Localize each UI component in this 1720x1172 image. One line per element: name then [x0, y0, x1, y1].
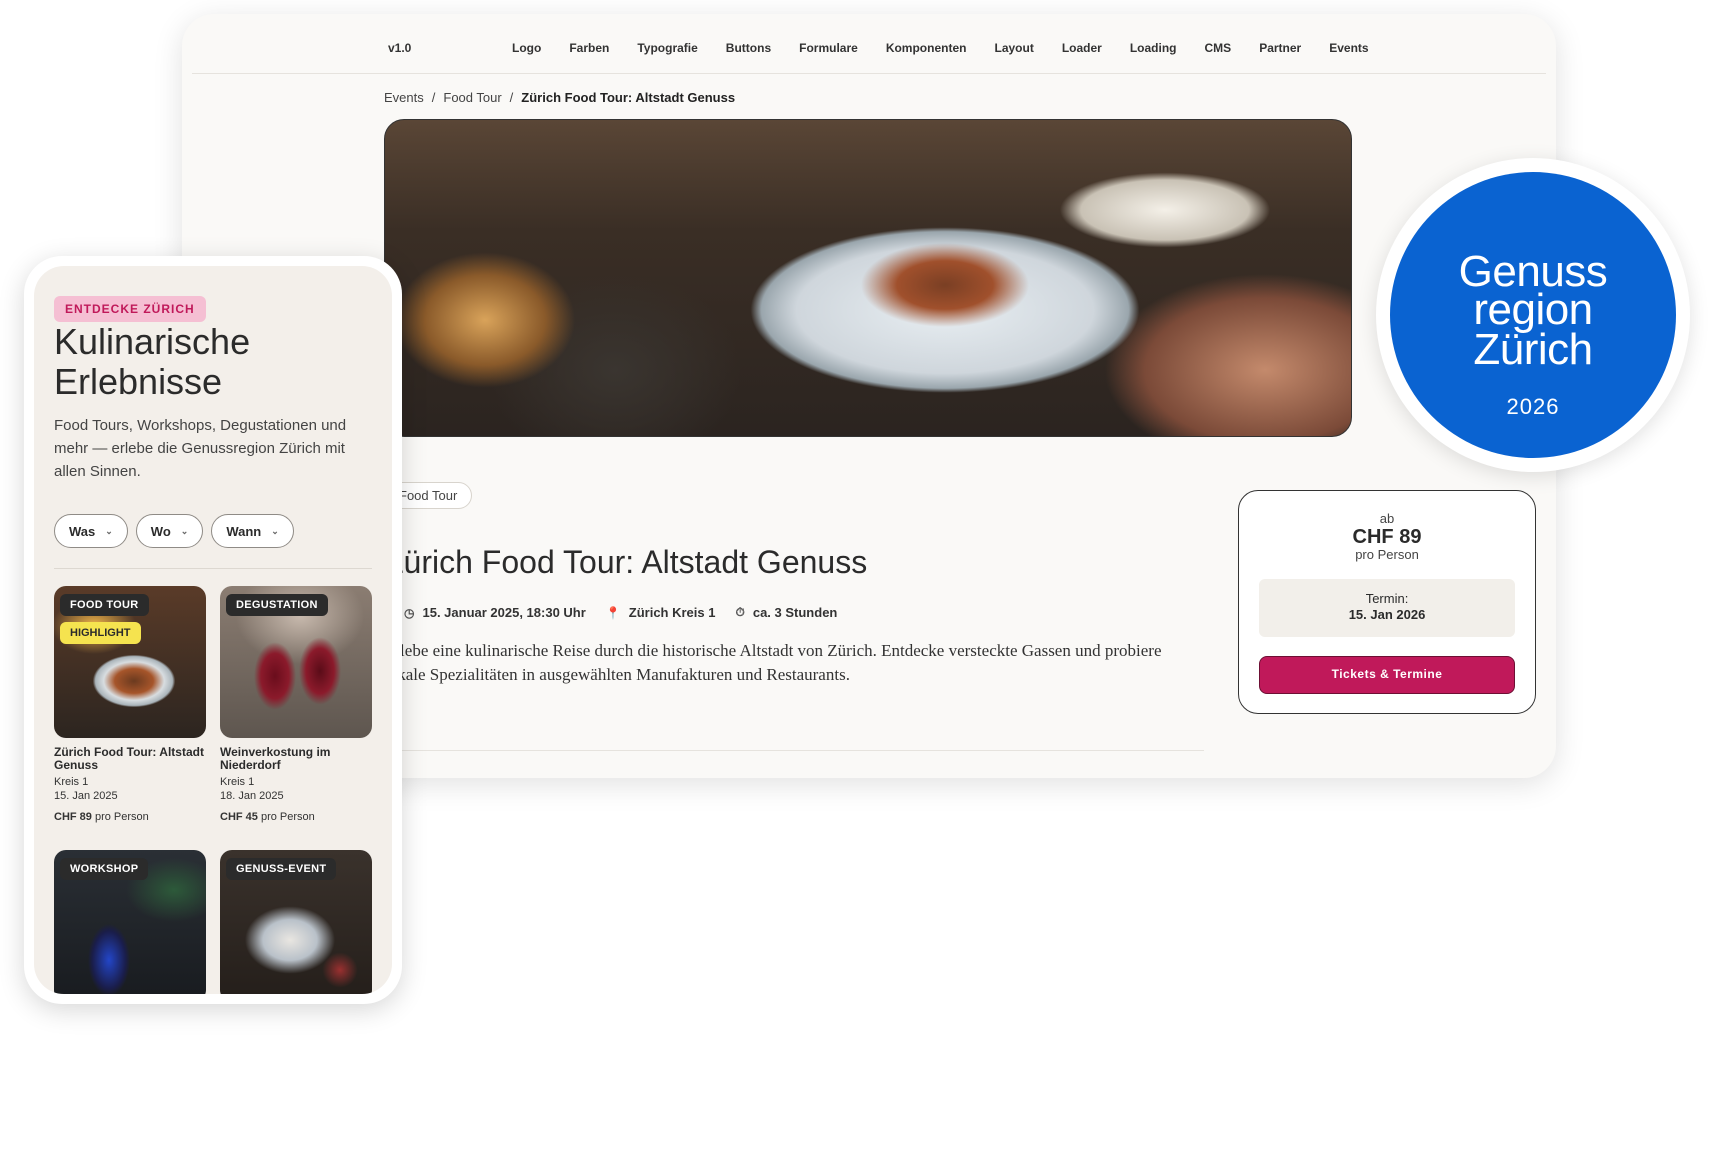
event-card-category: GENUSS-EVENT: [226, 858, 337, 880]
nav-partner[interactable]: Partner: [1259, 41, 1301, 55]
event-card-category: FOOD TOUR: [60, 594, 149, 616]
meta-duration: ⏱ ca. 3 Stunden: [735, 605, 837, 620]
breadcrumb-current: Zürich Food Tour: Altstadt Genuss: [521, 90, 736, 105]
event-card-image: FOOD TOUR HIGHLIGHT: [54, 586, 206, 738]
nav-typografie[interactable]: Typografie: [637, 41, 697, 55]
meta-duration-text: ca. 3 Stunden: [752, 605, 838, 620]
badge-circle: Genuss region Zürich 2026: [1390, 172, 1676, 458]
meta-location-text: Zürich Kreis 1: [628, 605, 716, 620]
nav-links: Logo Farben Typografie Buttons Formulare…: [512, 41, 1397, 55]
mobile-title-line-2: Erlebnisse: [54, 361, 223, 402]
mobile-title-line-1: Kulinarische: [54, 321, 251, 362]
event-card-category: WORKSHOP: [60, 858, 149, 880]
event-card-price-per: pro Person: [94, 811, 149, 823]
price-per: pro Person: [1355, 547, 1419, 562]
nav-loading[interactable]: Loading: [1130, 41, 1177, 55]
filter-wann-label: Wann: [226, 523, 262, 539]
mobile-title: Kulinarische Erlebnisse: [54, 322, 250, 402]
filter-bar: Was ⌄ Wo ⌄ Wann ⌄: [54, 514, 294, 548]
event-card-title: Zürich Food Tour: Altstadt Genuss: [54, 745, 204, 772]
clock-icon: ◷: [404, 605, 415, 620]
event-card-price: CHF 89 pro Person: [54, 811, 206, 823]
genussregion-badge: Genuss region Zürich 2026: [1376, 158, 1690, 472]
price-prefix: ab: [1379, 511, 1395, 526]
chevron-down-icon: ⌄: [180, 525, 189, 536]
nav-komponenten[interactable]: Komponenten: [886, 41, 967, 55]
filter-was-label: Was: [69, 523, 96, 539]
breadcrumb-events[interactable]: Events: [384, 90, 424, 105]
badge-year: 2026: [1506, 394, 1560, 419]
termin-box: Termin: 15. Jan 2026: [1259, 579, 1515, 637]
event-card[interactable]: FOOD TOUR HIGHLIGHT Zürich Food Tour: Al…: [54, 586, 206, 823]
termin-label: Termin:: [1365, 591, 1409, 606]
filter-wo-label: Wo: [150, 523, 171, 539]
filter-wann[interactable]: Wann ⌄: [211, 514, 294, 548]
event-card-price-value: CHF 45: [220, 811, 258, 823]
mobile-device: ENTDECKE ZÜRICH Kulinarische Erlebnisse …: [24, 256, 402, 1004]
breadcrumb-food-tour[interactable]: Food Tour: [443, 90, 501, 105]
content-divider: [384, 750, 1204, 751]
event-card-image: GENUSS-EVENT: [220, 850, 372, 994]
nav-cms[interactable]: CMS: [1205, 41, 1232, 55]
termin-value: 15. Jan 2026: [1348, 607, 1426, 622]
tickets-button[interactable]: Tickets & Termine: [1259, 656, 1515, 694]
event-card-image: DEGUSTATION: [220, 586, 372, 738]
mobile-divider: [54, 568, 372, 569]
breadcrumb: Events / Food Tour / Zürich Food Tour: A…: [384, 90, 735, 105]
meta-date-text: 15. Januar 2025, 18:30 Uhr: [422, 605, 586, 620]
event-card-title: Weinverkostung im Niederdorf: [220, 745, 331, 772]
mobile-description: Food Tours, Workshops, Degustationen und…: [54, 417, 347, 480]
badge-line-3: Zürich: [1473, 325, 1593, 374]
chevron-down-icon: ⌄: [105, 525, 113, 536]
breadcrumb-separator: /: [431, 90, 436, 105]
mobile-screen: ENTDECKE ZÜRICH Kulinarische Erlebnisse …: [34, 266, 392, 994]
price-card: ab CHF 89 pro Person Termin: 15. Jan 202…: [1238, 490, 1536, 714]
hero-image: [384, 119, 1352, 437]
event-card-price-value: CHF 89: [54, 811, 92, 823]
timer-icon: ⏱: [735, 605, 745, 619]
filter-was[interactable]: Was ⌄: [54, 514, 128, 548]
showcase-stage: v1.0 Logo Farben Typografie Buttons Form…: [0, 0, 1720, 1172]
price-value: CHF 89: [1352, 526, 1422, 548]
event-card-location: Kreis 1: [220, 776, 255, 788]
breadcrumb-separator: /: [509, 90, 514, 105]
page-title: Zürich Food Tour: Altstadt Genuss: [384, 544, 868, 580]
nav-formulare[interactable]: Formulare: [799, 41, 858, 55]
event-card-date: 18. Jan 2025: [220, 790, 284, 802]
nav-logo[interactable]: Logo: [512, 41, 541, 55]
event-card-image: WORKSHOP: [54, 850, 206, 994]
nav-events[interactable]: Events: [1329, 41, 1368, 55]
event-card[interactable]: DEGUSTATION Weinverkostung im Niederdorf…: [220, 586, 372, 823]
event-card[interactable]: WORKSHOP: [54, 850, 206, 994]
meta-date: ◷ 15. Januar 2025, 18:30 Uhr: [404, 605, 586, 620]
version-label: v1.0: [388, 41, 412, 55]
event-card[interactable]: GENUSS-EVENT: [220, 850, 372, 994]
nav-farben[interactable]: Farben: [569, 41, 609, 55]
chevron-down-icon: ⌄: [271, 525, 279, 536]
highlight-badge: HIGHLIGHT: [60, 622, 141, 644]
event-meta: ◷ 15. Januar 2025, 18:30 Uhr 📍 Zürich Kr…: [404, 605, 837, 620]
mobile-kicker: ENTDECKE ZÜRICH: [54, 296, 206, 322]
meta-location: 📍 Zürich Kreis 1: [606, 605, 716, 620]
event-card-price-per: pro Person: [260, 811, 315, 823]
event-card-price: CHF 45 pro Person: [220, 811, 372, 823]
event-description: Erlebe eine kulinarische Reise durch die…: [384, 641, 1162, 684]
event-card-category: DEGUSTATION: [226, 594, 328, 616]
pin-icon: 📍: [605, 605, 621, 620]
nav-layout[interactable]: Layout: [994, 41, 1033, 55]
filter-wo[interactable]: Wo ⌄: [135, 514, 204, 548]
event-card-date: 15. Jan 2025: [54, 790, 118, 802]
nav-buttons[interactable]: Buttons: [726, 41, 771, 55]
badge-line-2: region: [1473, 285, 1593, 334]
event-card-location: Kreis 1: [54, 776, 89, 788]
nav-loader[interactable]: Loader: [1062, 41, 1102, 55]
